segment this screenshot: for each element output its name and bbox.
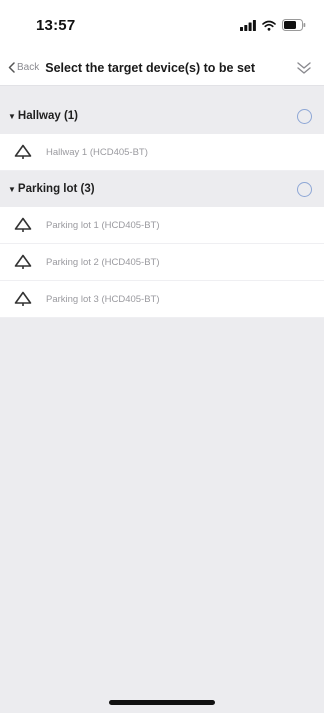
group-select-radio[interactable] <box>297 181 312 197</box>
group-title: ▼ Parking lot (3) <box>8 183 95 195</box>
group-select-radio[interactable] <box>297 108 312 124</box>
status-icons <box>240 19 306 31</box>
device-row[interactable]: Parking lot 2 (HCD405-BT) <box>0 244 324 281</box>
group-header-hallway[interactable]: ▼ Hallway (1) <box>0 98 324 134</box>
lamp-icon <box>14 254 32 269</box>
double-chevron-down-icon <box>297 61 311 74</box>
home-indicator <box>109 700 215 705</box>
group-title-label: Parking lot (3) <box>17 183 95 195</box>
signal-icon <box>240 19 256 31</box>
lamp-icon <box>14 291 32 306</box>
back-label: Back <box>17 62 40 73</box>
lamp-icon <box>14 144 32 159</box>
collapse-all-button[interactable] <box>294 58 314 78</box>
device-label: Hallway 1 (HCD405-BT) <box>46 146 148 158</box>
group-title: ▼ Hallway (1) <box>8 110 78 122</box>
device-label: Parking lot 3 (HCD405-BT) <box>46 293 160 305</box>
nav-bar: Back Select the target device(s) to be s… <box>0 50 324 86</box>
device-label: Parking lot 2 (HCD405-BT) <box>46 256 160 268</box>
group-header-parking-lot[interactable]: ▼ Parking lot (3) <box>0 171 324 207</box>
wifi-icon <box>262 20 276 31</box>
device-row[interactable]: Hallway 1 (HCD405-BT) <box>0 134 324 171</box>
lamp-icon <box>14 217 32 232</box>
caret-down-icon: ▼ <box>8 184 16 194</box>
chevron-left-icon <box>8 62 15 73</box>
group-title-label: Hallway (1) <box>17 110 78 122</box>
status-time: 13:57 <box>36 16 76 34</box>
battery-icon <box>282 19 306 31</box>
page-title: Select the target device(s) to be set <box>45 60 256 75</box>
device-row[interactable]: Parking lot 3 (HCD405-BT) <box>0 281 324 318</box>
back-button[interactable]: Back <box>8 62 39 73</box>
device-row[interactable]: Parking lot 1 (HCD405-BT) <box>0 207 324 244</box>
caret-down-icon: ▼ <box>8 111 16 121</box>
status-bar: 13:57 <box>0 0 324 50</box>
device-label: Parking lot 1 (HCD405-BT) <box>46 219 160 231</box>
